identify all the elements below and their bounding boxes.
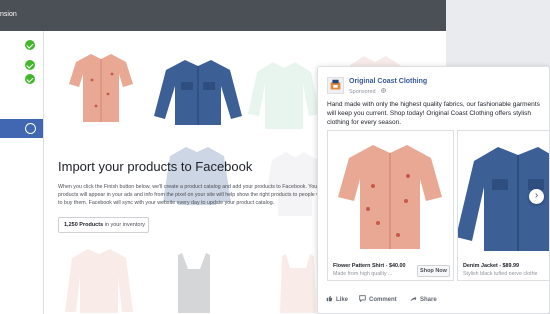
card-1-description: Made from high quality ...	[333, 271, 393, 277]
inventory-count-value: 1,250 Products	[64, 222, 104, 228]
import-description: When you click the Finish button below, …	[58, 184, 339, 207]
card-1-title: Flower Pattern Shirt - $40.00	[333, 263, 406, 269]
comment-button[interactable]: Comment	[359, 295, 397, 303]
ad-sponsored-label: Sponsored ·	[349, 88, 386, 95]
faded-tank-image	[178, 253, 210, 313]
comment-icon	[359, 295, 366, 303]
faded-camisole-image	[280, 254, 316, 313]
green-blouse-image	[248, 62, 320, 129]
carousel-card-2[interactable]: Denim Jacket - $89.99 Stylish black tuft…	[457, 130, 549, 281]
share-label: Share	[420, 297, 437, 303]
sponsored-text: Sponsored ·	[349, 89, 381, 95]
share-button[interactable]: Share	[410, 295, 437, 303]
window-titlebar: nsion	[0, 0, 446, 31]
step-3-complete-icon[interactable]	[25, 74, 35, 84]
ad-preview: Original Coast Clothing Sponsored · Hand…	[317, 66, 550, 314]
card-2-title: Denim Jacket - $89.99	[463, 263, 520, 269]
ad-page-name[interactable]: Original Coast Clothing	[349, 78, 427, 85]
inventory-count-suffix: in your inventory	[103, 222, 146, 228]
ad-body-text: Hand made with only the highest quality …	[327, 101, 540, 126]
step-2-complete-icon[interactable]	[25, 60, 35, 70]
floral-shirt-image	[69, 54, 133, 122]
faded-cardigan-image	[65, 249, 133, 313]
ad-actions-bar: Like Comment Share	[318, 292, 549, 312]
step-4-active[interactable]	[0, 119, 43, 138]
card-2-description: Stylish black tufted nerve clothe	[463, 271, 538, 277]
globe-icon	[380, 88, 386, 93]
window-title: nsion	[0, 11, 17, 18]
floral-shirt-card-image	[338, 145, 442, 249]
page-logo[interactable]	[327, 77, 344, 94]
setup-steps-sidebar	[0, 31, 44, 314]
chevron-right-icon: ›	[534, 190, 539, 201]
step-4-circle-icon	[25, 123, 36, 134]
import-title: Import your products to Facebook	[58, 159, 253, 174]
shop-now-button[interactable]: Shop Now	[417, 265, 450, 277]
inventory-count: 1,250 Products in your inventory	[58, 217, 149, 233]
denim-jacket-image	[154, 60, 242, 125]
step-1-complete-icon[interactable]	[25, 40, 35, 50]
comment-label: Comment	[369, 297, 397, 303]
like-button[interactable]: Like	[326, 295, 348, 303]
carousel-card-1[interactable]: Flower Pattern Shirt - $40.00 Made from …	[327, 130, 454, 281]
like-label: Like	[336, 297, 349, 303]
share-icon	[410, 296, 417, 302]
carousel-next-button[interactable]: ›	[529, 189, 544, 204]
thumbs-up-icon	[326, 295, 333, 302]
